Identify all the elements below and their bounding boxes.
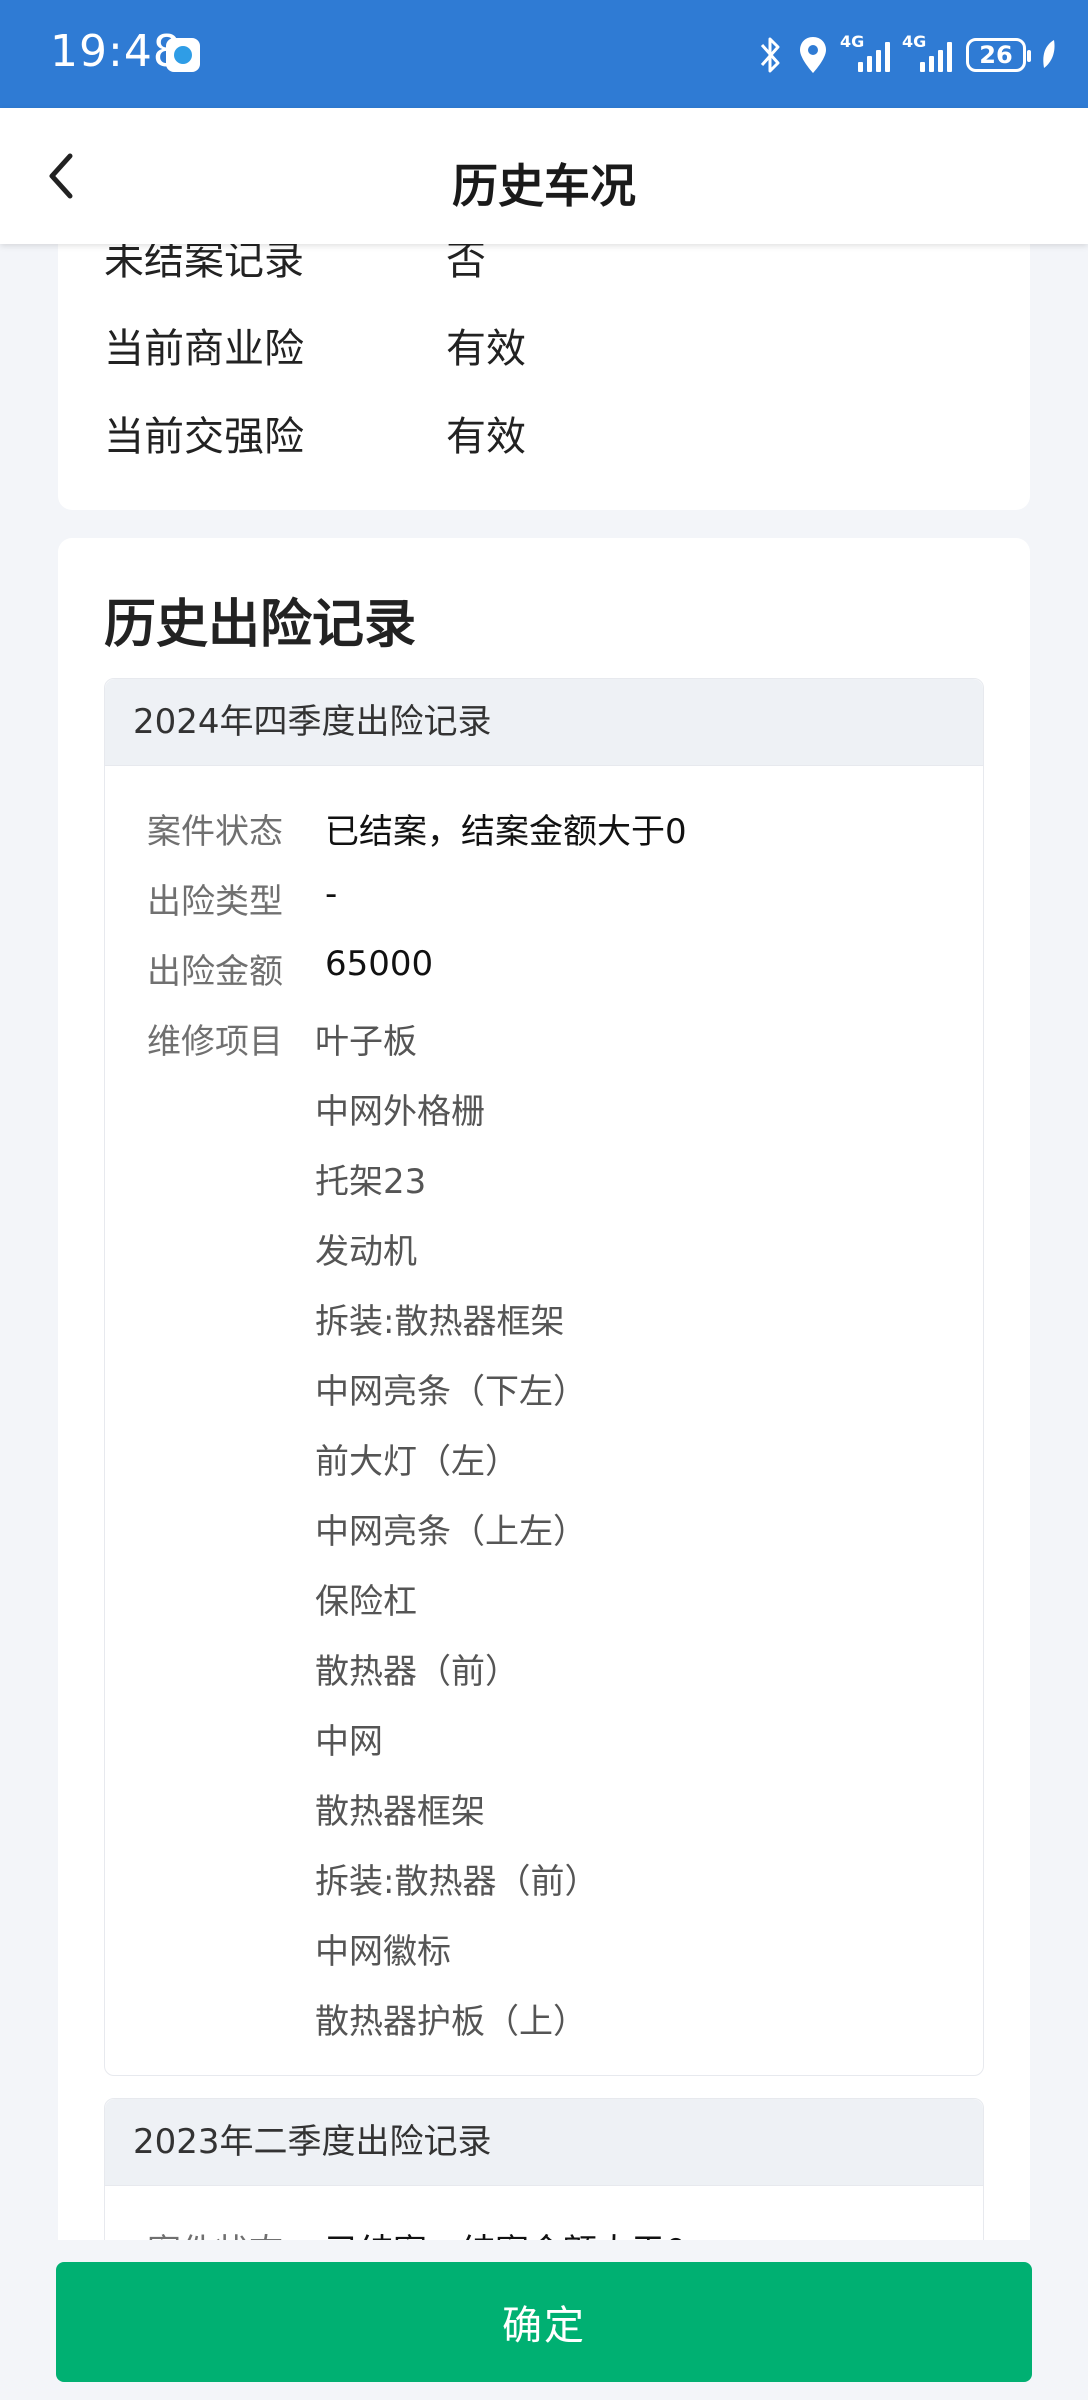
field-label: 案件状态 bbox=[147, 812, 283, 852]
summary-label: 当前商业险 bbox=[104, 326, 304, 372]
repair-item: 散热器护板（上） bbox=[315, 2002, 587, 2042]
record-header: 2024年四季度出险记录 bbox=[105, 679, 983, 766]
field-label: 出险金额 bbox=[147, 952, 283, 992]
field-claim-type: 出险类型 - bbox=[147, 874, 337, 923]
field-case-status: 案件状态 已结案，结案金额大于0 bbox=[147, 804, 687, 853]
leaf-icon bbox=[1043, 40, 1055, 68]
bottom-bar: 确定 bbox=[0, 2240, 1088, 2400]
repair-item: 中网外格栅 bbox=[315, 1092, 485, 1132]
summary-value: 否 bbox=[446, 244, 486, 284]
summary-value: 有效 bbox=[446, 326, 526, 372]
section-title: 历史出险记录 bbox=[104, 595, 417, 655]
signal-icon: 4G bbox=[840, 32, 890, 72]
repair-item: 中网 bbox=[315, 1722, 383, 1762]
repair-item: 保险杠 bbox=[315, 1582, 417, 1622]
bluetooth-icon bbox=[760, 37, 780, 73]
app-icon bbox=[166, 38, 200, 72]
repair-item: 前大灯（左） bbox=[315, 1442, 519, 1482]
repair-item: 发动机 bbox=[315, 1232, 417, 1272]
field-value: 65000 bbox=[325, 944, 434, 984]
scroll-content[interactable]: 未结案记录 否 当前商业险 有效 当前交强险 有效 历史出险记录 2024年四季… bbox=[0, 244, 1088, 2240]
history-card: 历史出险记录 2024年四季度出险记录 案件状态 已结案，结案金额大于0 出险类… bbox=[58, 538, 1030, 2240]
status-icons: 4G 4G 26 bbox=[758, 30, 1058, 80]
repair-item: 拆装:散热器框架 bbox=[315, 1302, 565, 1342]
signal-icon: 4G bbox=[902, 32, 952, 72]
status-time: 19:48 bbox=[50, 26, 182, 77]
repair-item: 叶子板 bbox=[315, 1022, 417, 1062]
page-title: 历史车况 bbox=[452, 159, 636, 213]
field-repair-items: 维修项目 bbox=[147, 1014, 283, 1063]
field-value: - bbox=[325, 874, 338, 914]
repair-item: 拆装:散热器（前） bbox=[315, 1862, 599, 1902]
summary-label: 当前交强险 bbox=[104, 414, 304, 460]
field-label: 维修项目 bbox=[147, 1022, 283, 1062]
field-value: 已结案，结案金额大于0 bbox=[325, 2224, 687, 2240]
claim-record: 2023年二季度出险记录 案件状态 已结案，结案金额大于0 bbox=[104, 2098, 984, 2240]
summary-card: 未结案记录 否 当前商业险 有效 当前交强险 有效 bbox=[58, 244, 1030, 510]
claim-record: 2024年四季度出险记录 案件状态 已结案，结案金额大于0 出险类型 - 出险金… bbox=[104, 678, 984, 2076]
repair-item: 中网亮条（上左） bbox=[315, 1512, 587, 1552]
confirm-button[interactable]: 确定 bbox=[56, 2262, 1032, 2382]
repair-item: 散热器框架 bbox=[315, 1792, 485, 1832]
summary-value: 有效 bbox=[446, 414, 526, 460]
battery-icon: 26 bbox=[966, 38, 1031, 72]
repair-item: 散热器（前） bbox=[315, 1652, 519, 1692]
field-claim-amount: 出险金额 65000 bbox=[147, 944, 433, 993]
record-header: 2023年二季度出险记录 bbox=[105, 2099, 983, 2186]
repair-item: 托架23 bbox=[315, 1162, 427, 1202]
status-bar: 19:48 4G 4G 26 bbox=[0, 0, 1088, 108]
field-label: 案件状态 bbox=[147, 2232, 283, 2240]
repair-item: 中网徽标 bbox=[315, 1932, 451, 1972]
location-icon bbox=[800, 37, 826, 73]
summary-label: 未结案记录 bbox=[104, 244, 304, 284]
field-label: 出险类型 bbox=[147, 882, 283, 922]
repair-item: 中网亮条（下左） bbox=[315, 1372, 587, 1412]
field-case-status: 案件状态 已结案，结案金额大于0 bbox=[147, 2224, 687, 2240]
field-value: 已结案，结案金额大于0 bbox=[325, 812, 687, 852]
nav-bar: 历史车况 bbox=[0, 108, 1088, 244]
battery-level: 26 bbox=[979, 41, 1013, 69]
